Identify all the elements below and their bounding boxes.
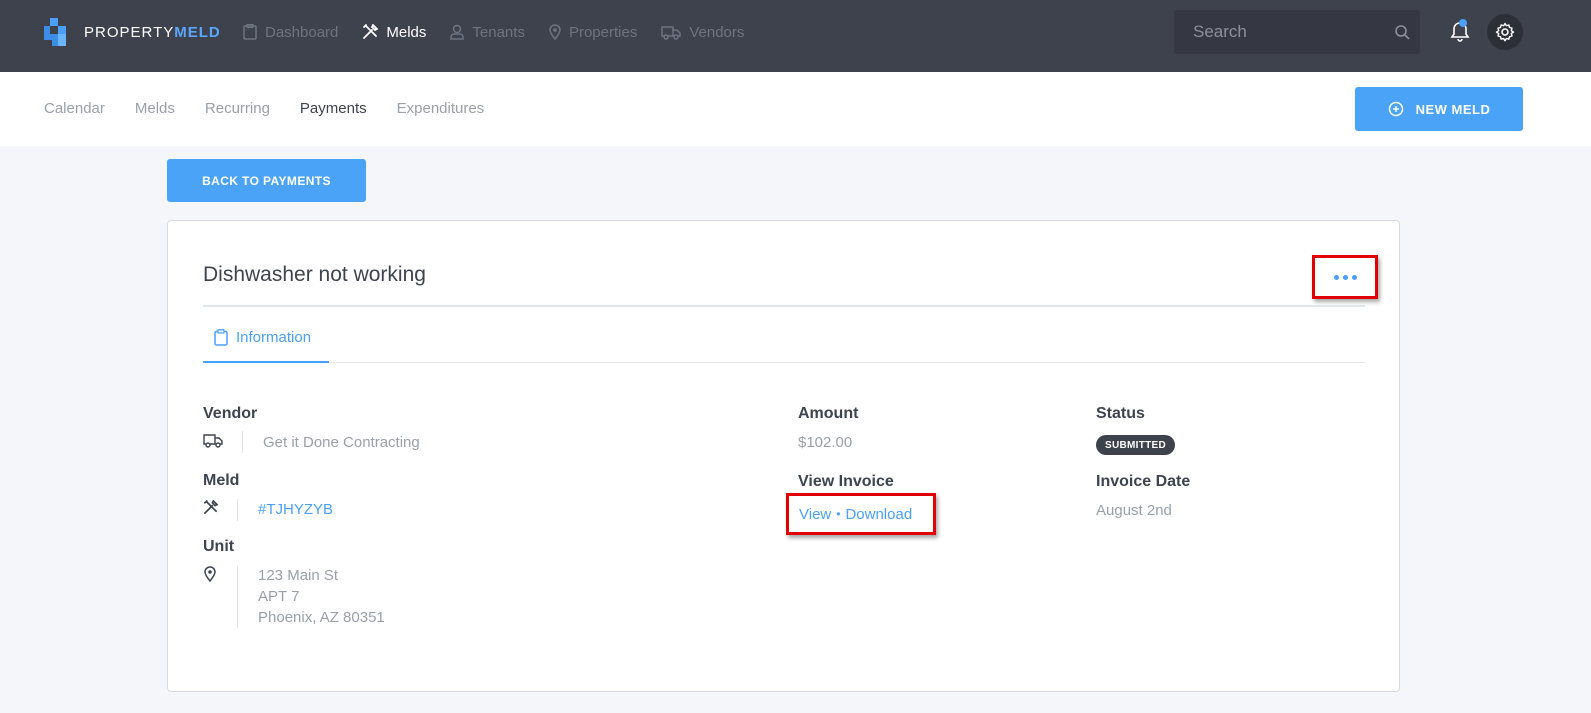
tools-icon xyxy=(363,24,379,39)
invoice-date-label: Invoice Date xyxy=(1096,473,1191,490)
payment-detail-card: Dishwasher not working Information Vendo… xyxy=(167,220,1400,692)
meld-divider xyxy=(237,499,238,521)
unit-divider xyxy=(237,566,238,628)
clipboard-icon xyxy=(214,329,228,346)
clipboard-icon xyxy=(243,24,257,40)
nav-tenants[interactable]: Tenants xyxy=(450,24,525,41)
nav-vendors[interactable]: Vendors xyxy=(661,24,744,41)
map-pin-icon xyxy=(204,566,216,582)
meld-link[interactable]: #TJHYZYB xyxy=(258,501,333,518)
more-dot xyxy=(1351,274,1357,280)
tab-information-label: Information xyxy=(236,329,312,346)
invoice-date-value: August 2nd xyxy=(1096,502,1172,519)
tools-icon xyxy=(204,500,218,514)
vendor-label: Vendor xyxy=(203,405,258,422)
settings-button[interactable] xyxy=(1487,14,1523,50)
download-invoice-link[interactable]: Download xyxy=(845,506,912,523)
user-icon xyxy=(450,24,465,40)
new-meld-button[interactable]: NEW MELD xyxy=(1355,87,1523,131)
tab-recurring[interactable]: Recurring xyxy=(205,100,270,117)
amount-label: Amount xyxy=(798,405,859,422)
tab-information[interactable]: Information xyxy=(203,325,329,363)
unit-address-line3: Phoenix, AZ 80351 xyxy=(258,609,385,626)
view-invoice-label: View Invoice xyxy=(798,473,894,490)
unit-address-line2: APT 7 xyxy=(258,588,300,605)
nav-label: Vendors xyxy=(689,23,745,41)
truck-icon xyxy=(203,434,223,448)
search-input[interactable] xyxy=(1174,10,1384,54)
new-meld-label: NEW MELD xyxy=(1415,101,1491,117)
tab-expenditures[interactable]: Expenditures xyxy=(397,100,485,117)
invoice-links: View • Download xyxy=(786,493,936,535)
page-title: Dishwasher not working xyxy=(203,263,426,286)
nav-label: Melds xyxy=(386,23,427,41)
logo-text: PROPERTYMELD xyxy=(84,23,221,41)
title-divider xyxy=(203,305,1365,307)
status-label: Status xyxy=(1096,405,1145,422)
vendor-value: Get it Done Contracting xyxy=(263,434,420,451)
tab-calendar[interactable]: Calendar xyxy=(44,100,105,117)
nav-dashboard[interactable]: Dashboard xyxy=(243,24,338,41)
active-tab-indicator xyxy=(203,361,329,363)
nav-properties[interactable]: Properties xyxy=(549,24,637,41)
tab-payments[interactable]: Payments xyxy=(300,100,367,117)
link-separator: • xyxy=(836,507,841,521)
map-pin-icon xyxy=(549,24,561,40)
top-navigation-bar: PROPERTYMELD Dashboard Melds Tenants Pro… xyxy=(0,0,1591,72)
nav-label: Properties xyxy=(568,23,638,41)
more-dot xyxy=(1342,274,1348,280)
subnav-tabs: Calendar Melds Recurring Payments Expend… xyxy=(44,100,514,117)
more-dot xyxy=(1333,274,1339,280)
view-invoice-link[interactable]: View xyxy=(799,506,831,523)
back-to-payments-button[interactable]: BACK TO PAYMENTS xyxy=(167,159,366,202)
unit-label: Unit xyxy=(203,538,235,555)
notification-dot xyxy=(1459,19,1467,27)
plus-circle-icon xyxy=(1388,101,1403,117)
search-box xyxy=(1174,10,1420,54)
logo-icon xyxy=(44,18,72,46)
logo[interactable]: PROPERTYMELD xyxy=(44,18,221,46)
nav-label: Tenants xyxy=(472,23,525,41)
gear-icon xyxy=(1495,22,1515,42)
status-badge: SUBMITTED xyxy=(1096,435,1176,455)
more-options-button[interactable] xyxy=(1312,255,1378,299)
search-icon[interactable] xyxy=(1394,24,1410,40)
unit-address-line1: 123 Main St xyxy=(258,567,339,584)
sub-navigation: Calendar Melds Recurring Payments Expend… xyxy=(0,72,1591,146)
main-nav: Dashboard Melds Tenants Properties Vendo… xyxy=(243,18,768,46)
amount-value: $102.00 xyxy=(798,434,853,451)
nav-label: Dashboard xyxy=(265,23,339,41)
vendor-divider xyxy=(242,431,243,453)
meld-label: Meld xyxy=(203,472,240,489)
truck-icon xyxy=(661,25,682,40)
tabs-divider xyxy=(203,362,1365,363)
nav-melds[interactable]: Melds xyxy=(362,24,426,41)
tab-melds[interactable]: Melds xyxy=(135,100,175,117)
